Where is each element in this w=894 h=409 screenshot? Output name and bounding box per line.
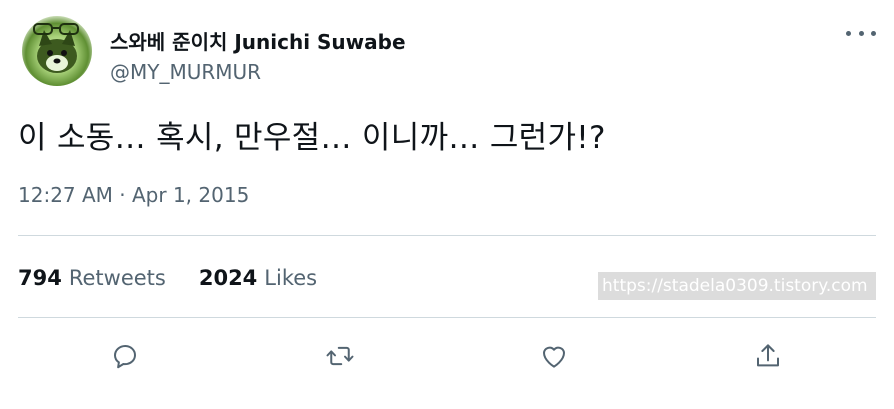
retweets-label[interactable]: Retweets bbox=[69, 266, 166, 290]
like-button[interactable] bbox=[534, 336, 574, 376]
more-options-icon[interactable] bbox=[846, 22, 876, 44]
likes-count[interactable]: 2024 bbox=[199, 266, 257, 290]
action-bar bbox=[0, 336, 894, 376]
author-name[interactable]: 스와베 준이치 Junichi Suwabe bbox=[110, 26, 406, 55]
reply-button[interactable] bbox=[105, 336, 145, 376]
dot bbox=[871, 30, 876, 36]
avatar-dog-image bbox=[33, 23, 79, 73]
engagement-stats: 794 Retweets 2024 Likes bbox=[18, 266, 317, 290]
retweet-icon bbox=[326, 346, 354, 366]
avatar[interactable] bbox=[22, 16, 92, 86]
author-handle[interactable]: @MY_MURMUR bbox=[110, 60, 261, 84]
dot bbox=[858, 30, 864, 36]
watermark: https://stadela0309.tistory.com bbox=[598, 272, 876, 300]
reply-icon bbox=[114, 345, 136, 369]
heart-icon bbox=[543, 346, 565, 368]
dot bbox=[846, 30, 851, 36]
share-button[interactable] bbox=[748, 336, 788, 376]
retweet-button[interactable] bbox=[320, 336, 360, 376]
tweet-text: 이 소동… 혹시, 만우절… 이니까… 그런가!? bbox=[18, 120, 606, 156]
tweet-timestamp[interactable]: 12:27 AM · Apr 1, 2015 bbox=[18, 183, 249, 207]
divider bbox=[18, 317, 876, 318]
share-icon bbox=[757, 344, 779, 367]
retweets-count[interactable]: 794 bbox=[18, 266, 62, 290]
likes-label[interactable]: Likes bbox=[264, 266, 317, 290]
divider bbox=[18, 235, 876, 236]
